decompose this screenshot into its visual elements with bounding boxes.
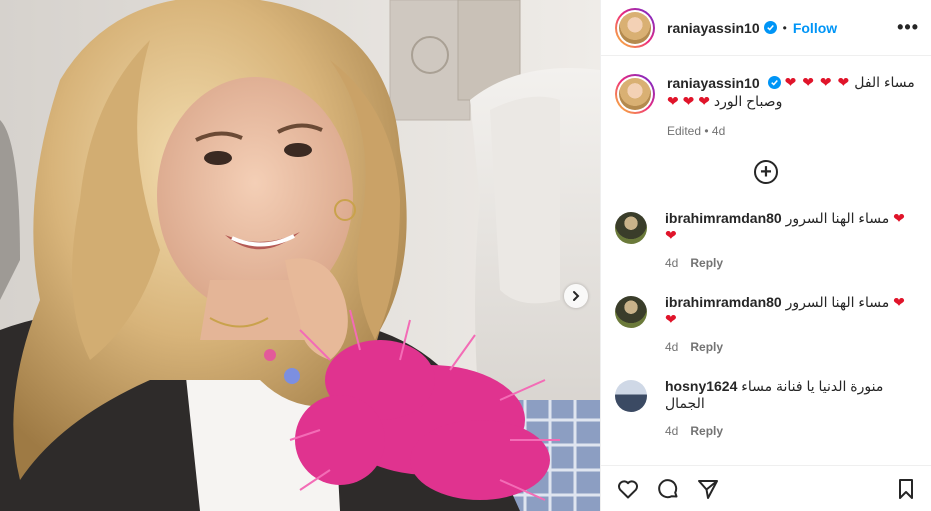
- caption-text-line1: مساء الفل: [854, 74, 915, 90]
- share-icon: [698, 479, 718, 499]
- comment-age[interactable]: 4d: [665, 256, 678, 270]
- comment-item: ibrahimramdan80 مساء الهنا السرور ❤ ❤ 4d…: [601, 294, 931, 354]
- caption-text-line2: وصباح الورد: [713, 93, 783, 109]
- chevron-right-icon: [573, 291, 580, 301]
- like-icon: [618, 479, 638, 498]
- post-photo[interactable]: [0, 0, 600, 511]
- comment-item: ibrahimramdan80 مساء الهنا السرور ❤ ❤ 4d…: [601, 210, 931, 270]
- load-more-comments: +: [601, 160, 931, 184]
- next-slide-button[interactable]: [564, 284, 588, 308]
- comment-username[interactable]: hosny1624: [665, 378, 737, 394]
- reply-button[interactable]: Reply: [690, 424, 723, 438]
- caption-avatar[interactable]: [615, 74, 655, 114]
- comment-text: مساء الهنا السرور: [785, 294, 890, 310]
- save-icon: [899, 478, 913, 499]
- commenter-avatar[interactable]: [615, 380, 647, 412]
- post-caption: raniayassin10 ❤ ❤ ❤ ❤ مساء الفل ❤ ❤ ❤ وص…: [601, 56, 931, 138]
- reply-button[interactable]: Reply: [690, 256, 723, 270]
- author-avatar[interactable]: [615, 7, 655, 48]
- caption-meta: Edited • 4d: [667, 124, 726, 138]
- comment-text: مساء الهنا السرور: [785, 210, 890, 226]
- comment-icon: [658, 478, 678, 498]
- author-username[interactable]: raniayassin10: [667, 20, 760, 36]
- post-dialog: raniayassin10 • Follow ••• raniayassin10…: [0, 0, 931, 511]
- commenter-avatar[interactable]: [615, 212, 647, 244]
- more-options-icon[interactable]: •••: [897, 17, 919, 38]
- comment-button[interactable]: [655, 476, 681, 502]
- share-button[interactable]: [695, 476, 721, 502]
- verified-badge-icon: [763, 21, 777, 34]
- caption-username[interactable]: raniayassin10: [667, 75, 760, 91]
- comment-username[interactable]: ibrahimramdan80: [665, 210, 782, 226]
- comment-age[interactable]: 4d: [665, 424, 678, 438]
- edited-label: Edited: [667, 124, 702, 138]
- selfie-photo: [0, 0, 600, 511]
- reply-button[interactable]: Reply: [690, 340, 723, 354]
- follow-button[interactable]: Follow: [793, 20, 837, 36]
- separator-dot: •: [782, 20, 787, 35]
- action-bar: [601, 465, 931, 511]
- comment-age[interactable]: 4d: [665, 340, 678, 354]
- comment-item: hosny1624 منورة الدنيا يا فنانة مساء الج…: [601, 378, 931, 438]
- commenter-avatar[interactable]: [615, 296, 647, 328]
- like-button[interactable]: [615, 476, 641, 502]
- save-button[interactable]: [893, 476, 919, 502]
- post-sidebar: raniayassin10 • Follow ••• raniayassin10…: [600, 0, 931, 511]
- caption-hearts: ❤ ❤ ❤ ❤: [784, 74, 851, 90]
- post-header: raniayassin10 • Follow •••: [601, 0, 931, 56]
- caption-age[interactable]: 4d: [712, 124, 725, 138]
- add-comment-icon[interactable]: +: [754, 160, 778, 184]
- caption-hearts-line2: ❤ ❤ ❤: [667, 93, 710, 109]
- comment-username[interactable]: ibrahimramdan80: [665, 294, 782, 310]
- verified-badge-icon: [767, 76, 781, 89]
